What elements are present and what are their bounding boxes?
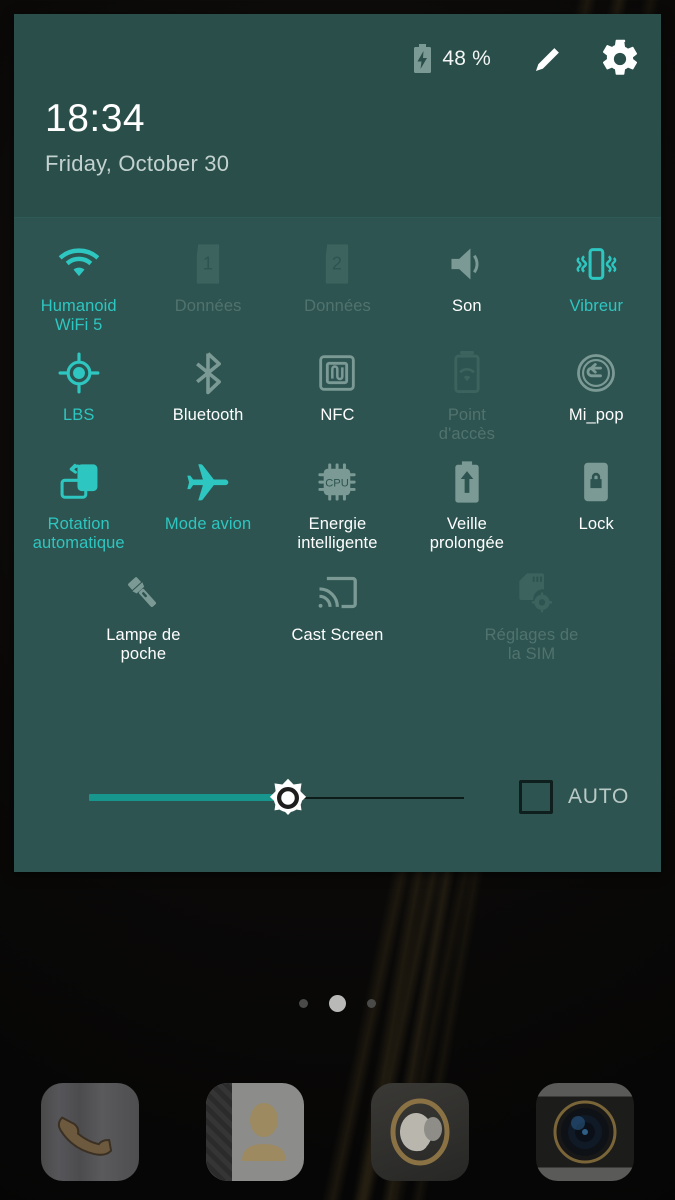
svg-text:CPU: CPU <box>326 478 350 490</box>
nfc-icon <box>313 349 361 397</box>
android-home-screen-with-quick-settings: 48 % 18:34 Friday, October 30 Humanoid W… <box>0 0 675 1200</box>
row4-mid-spacer-a <box>208 553 273 664</box>
tile-label: Veille prolongée <box>429 515 505 552</box>
auto-rotate-icon <box>55 458 103 506</box>
tile-extended-standby[interactable]: Veille prolongée <box>402 444 531 553</box>
tile-bluetooth[interactable]: Bluetooth <box>143 335 272 444</box>
tile-label: Mode avion <box>164 515 252 533</box>
status-row: 48 % <box>412 36 643 82</box>
row4-mid-spacer-b <box>402 553 467 664</box>
battery-charging-icon <box>412 44 433 74</box>
tile-label: Données <box>304 297 371 315</box>
speaker-sound-icon <box>443 240 491 288</box>
tile-label: Point d'accès <box>438 406 495 443</box>
flashlight-icon <box>119 569 167 617</box>
cpu-smart-power-icon: CPU <box>313 458 361 506</box>
tile-wifi[interactable]: Humanoid WiFi 5 <box>14 226 143 335</box>
brightness-sun-icon[interactable] <box>261 771 315 825</box>
tile-data-sim1[interactable]: 1 Données <box>143 226 272 335</box>
cast-screen-icon <box>313 569 361 617</box>
page-dot-2-active[interactable] <box>329 995 346 1012</box>
clock-date: Friday, October 30 <box>45 151 230 176</box>
quick-settings-header: 48 % 18:34 Friday, October 30 <box>14 14 661 218</box>
tile-lock[interactable]: Lock <box>532 444 661 553</box>
quick-settings-panel: 48 % 18:34 Friday, October 30 Humanoid W… <box>14 14 661 872</box>
auto-brightness-toggle[interactable]: AUTO <box>519 780 629 814</box>
tile-label: Données <box>174 297 242 315</box>
tile-label: NFC <box>320 406 355 424</box>
dock-app-messaging[interactable] <box>371 1083 469 1181</box>
tile-vibrate[interactable]: Vibreur <box>532 226 661 335</box>
sim-2-data-icon: 2 <box>313 240 361 288</box>
dock-app-phone[interactable] <box>41 1083 139 1181</box>
auto-brightness-checkbox[interactable] <box>519 780 553 814</box>
tile-sim-settings[interactable]: Réglages de la SIM <box>467 553 596 664</box>
tile-label: Son <box>452 297 482 315</box>
brightness-slider[interactable] <box>89 778 464 818</box>
mi-pop-icon <box>572 349 620 397</box>
airplane-mode-icon <box>184 458 232 506</box>
slider-fill <box>89 794 288 801</box>
svg-text:1: 1 <box>203 254 213 274</box>
tile-smart-power[interactable]: CPU Energie intelligente <box>273 444 402 553</box>
brightness-row: AUTO <box>14 758 661 838</box>
contacts-card-binding <box>206 1083 232 1181</box>
home-page-indicator <box>0 995 675 1012</box>
extended-standby-icon <box>443 458 491 506</box>
row4-leading-spacer <box>14 553 79 664</box>
location-lbs-icon <box>55 349 103 397</box>
tile-lbs[interactable]: LBS <box>14 335 143 444</box>
tile-label: LBS <box>62 406 95 424</box>
sim-1-data-icon: 1 <box>184 240 232 288</box>
bluetooth-icon <box>184 349 232 397</box>
dock-app-camera[interactable] <box>536 1083 634 1181</box>
tile-label: Bluetooth <box>172 406 244 424</box>
clock-time: 18:34 <box>45 97 146 140</box>
tile-row-1: Humanoid WiFi 5 1 Données 2 Données Son … <box>14 226 661 335</box>
tile-nfc[interactable]: NFC <box>273 335 402 444</box>
tile-row-2: LBS Bluetooth NFC Point d'accès Mi_pop <box>14 335 661 444</box>
tile-label: Humanoid WiFi 5 <box>40 297 117 334</box>
tile-sound[interactable]: Son <box>402 226 531 335</box>
tile-label: Energie intelligente <box>297 515 378 552</box>
svg-text:2: 2 <box>332 254 342 274</box>
tile-label: Vibreur <box>569 297 624 315</box>
wifi-icon <box>55 240 103 288</box>
tile-cast-screen[interactable]: Cast Screen <box>273 553 402 664</box>
home-dock <box>0 1083 675 1181</box>
hotspot-icon <box>443 349 491 397</box>
tile-airplane-mode[interactable]: Mode avion <box>143 444 272 553</box>
vibrate-icon <box>572 240 620 288</box>
lock-icon <box>572 458 620 506</box>
auto-brightness-label: AUTO <box>568 785 630 808</box>
tile-label: Lock <box>578 515 614 533</box>
tile-mi-pop[interactable]: Mi_pop <box>532 335 661 444</box>
tile-row-4: Lampe de poche Cast Screen Réglages de l… <box>14 553 661 664</box>
tile-label: Réglages de la SIM <box>484 626 579 663</box>
tile-row-3: Rotation automatique Mode avion CPU Ener… <box>14 444 661 553</box>
tile-label: Mi_pop <box>568 406 624 424</box>
page-dot-1[interactable] <box>299 999 308 1008</box>
sim-settings-icon <box>508 569 556 617</box>
tile-hotspot[interactable]: Point d'accès <box>402 335 531 444</box>
tile-auto-rotate[interactable]: Rotation automatique <box>14 444 143 553</box>
tile-label: Rotation automatique <box>32 515 125 552</box>
tile-label: Cast Screen <box>291 626 384 644</box>
pencil-edit-icon[interactable] <box>525 36 571 82</box>
tile-flashlight[interactable]: Lampe de poche <box>79 553 208 664</box>
battery-percent-label: 48 % <box>442 47 491 70</box>
gear-settings-icon[interactable] <box>597 36 643 82</box>
quick-settings-tile-grid: Humanoid WiFi 5 1 Données 2 Données Son … <box>14 218 661 664</box>
tile-data-sim2[interactable]: 2 Données <box>273 226 402 335</box>
tile-label: Lampe de poche <box>106 626 181 663</box>
dock-app-contacts[interactable] <box>206 1083 304 1181</box>
page-dot-3[interactable] <box>367 999 376 1008</box>
